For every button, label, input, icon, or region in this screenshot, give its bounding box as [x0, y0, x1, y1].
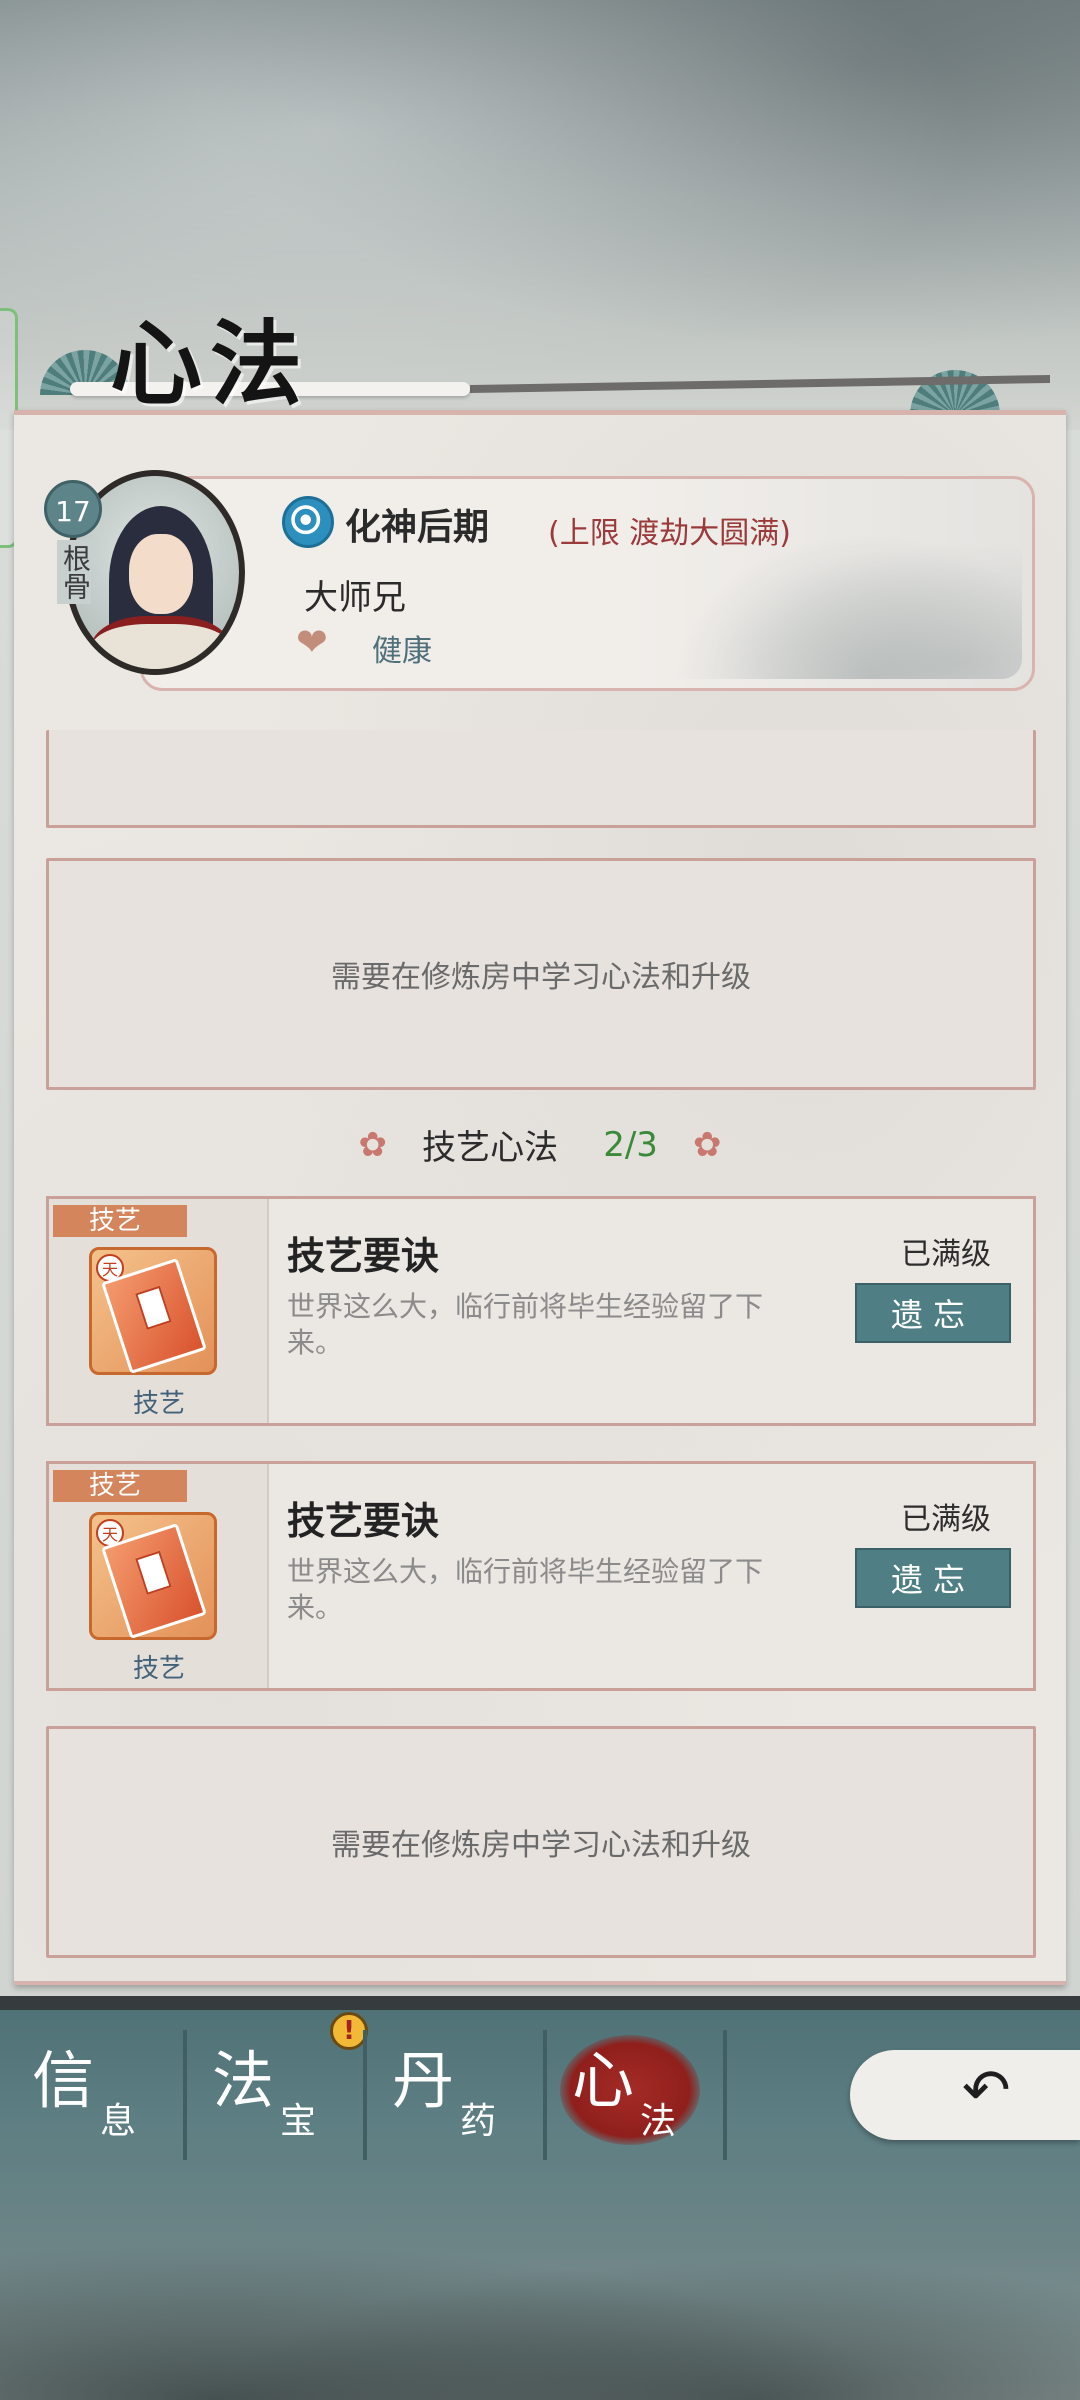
empty-slot[interactable]: 需要在修炼房中学习心法和升级 [46, 858, 1036, 1090]
section-title: 技艺心法 [422, 1128, 559, 1168]
forget-button[interactable]: 遗忘 [855, 1548, 1011, 1608]
header: 心法 [40, 290, 1050, 425]
flower-icon: ✿ [693, 1124, 722, 1165]
level-number: 17 [44, 480, 102, 538]
realm-limit: (上限 渡劫大圆满) [548, 516, 791, 551]
nav-divider [543, 2030, 547, 2160]
nav-divider [363, 2030, 367, 2160]
nav-divider [183, 2030, 187, 2160]
back-button[interactable]: ↶ [850, 2050, 1080, 2140]
empty-slot[interactable]: 需要在修炼房中学习心法和升级 [46, 1726, 1036, 1958]
flower-icon: ✿ [358, 1124, 388, 1165]
empty-slot-hint: 需要在修炼房中学习心法和升级 [331, 1828, 751, 1863]
skill-name: 技艺要诀 [287, 1499, 440, 1543]
skill-status: 已满级 [901, 1502, 991, 1537]
realm-swirl-icon [282, 496, 334, 548]
tab-info[interactable]: 信 息 [20, 2030, 200, 2150]
mountain-silhouette [0, 2200, 1080, 2400]
character-name: 大师兄 [304, 578, 406, 618]
skill-name: 技艺要诀 [287, 1234, 440, 1278]
page-title: 心法 [110, 310, 311, 418]
skill-description: 世界这么大，临行前将毕生经验留了下来。 [287, 1555, 764, 1624]
section-header: ✿ 技艺心法 2/3 ✿ [0, 1120, 1080, 1180]
skill-caption: 技艺 [132, 1389, 185, 1419]
skill-card[interactable]: 技艺 天 技艺 技艺要诀 世界这么大，临行前将毕生经验留了下来。 已满级 遗忘 [46, 1196, 1036, 1426]
back-arrow-icon: ↶ [962, 2056, 1011, 2124]
nav-divider [723, 2030, 727, 2160]
skill-description: 世界这么大，临行前将毕生经验留了下来。 [287, 1290, 764, 1359]
heart-plus-icon: ❤ [296, 620, 328, 664]
slot-partial [46, 730, 1036, 828]
realm-name: 化神后期 [345, 507, 490, 548]
skill-caption: 技艺 [132, 1654, 185, 1684]
empty-slot-hint: 需要在修炼房中学习心法和升级 [331, 960, 751, 995]
forget-button[interactable]: 遗忘 [855, 1283, 1011, 1343]
section-count: 2/3 [603, 1124, 658, 1165]
skill-tag: 技艺 [53, 1205, 187, 1237]
tab-mind-method[interactable]: 心 法 [560, 2030, 740, 2150]
root-level-badge: 17 根骨 [44, 480, 104, 604]
tab-pills[interactable]: 丹 药 [380, 2030, 560, 2150]
skill-icon-box: 技艺 天 技艺 [49, 1199, 269, 1423]
skill-card[interactable]: 技艺 天 技艺 技艺要诀 世界这么大，临行前将毕生经验留了下来。 已满级 遗忘 [46, 1461, 1036, 1691]
health-status: 健康 [372, 634, 432, 669]
skill-tag: 技艺 [53, 1470, 187, 1502]
book-icon: 天 [89, 1247, 217, 1375]
skill-status: 已满级 [901, 1237, 991, 1272]
level-label: 根骨 [57, 540, 92, 604]
book-icon: 天 [89, 1512, 217, 1640]
skill-icon-box: 技艺 天 技艺 [49, 1464, 269, 1688]
